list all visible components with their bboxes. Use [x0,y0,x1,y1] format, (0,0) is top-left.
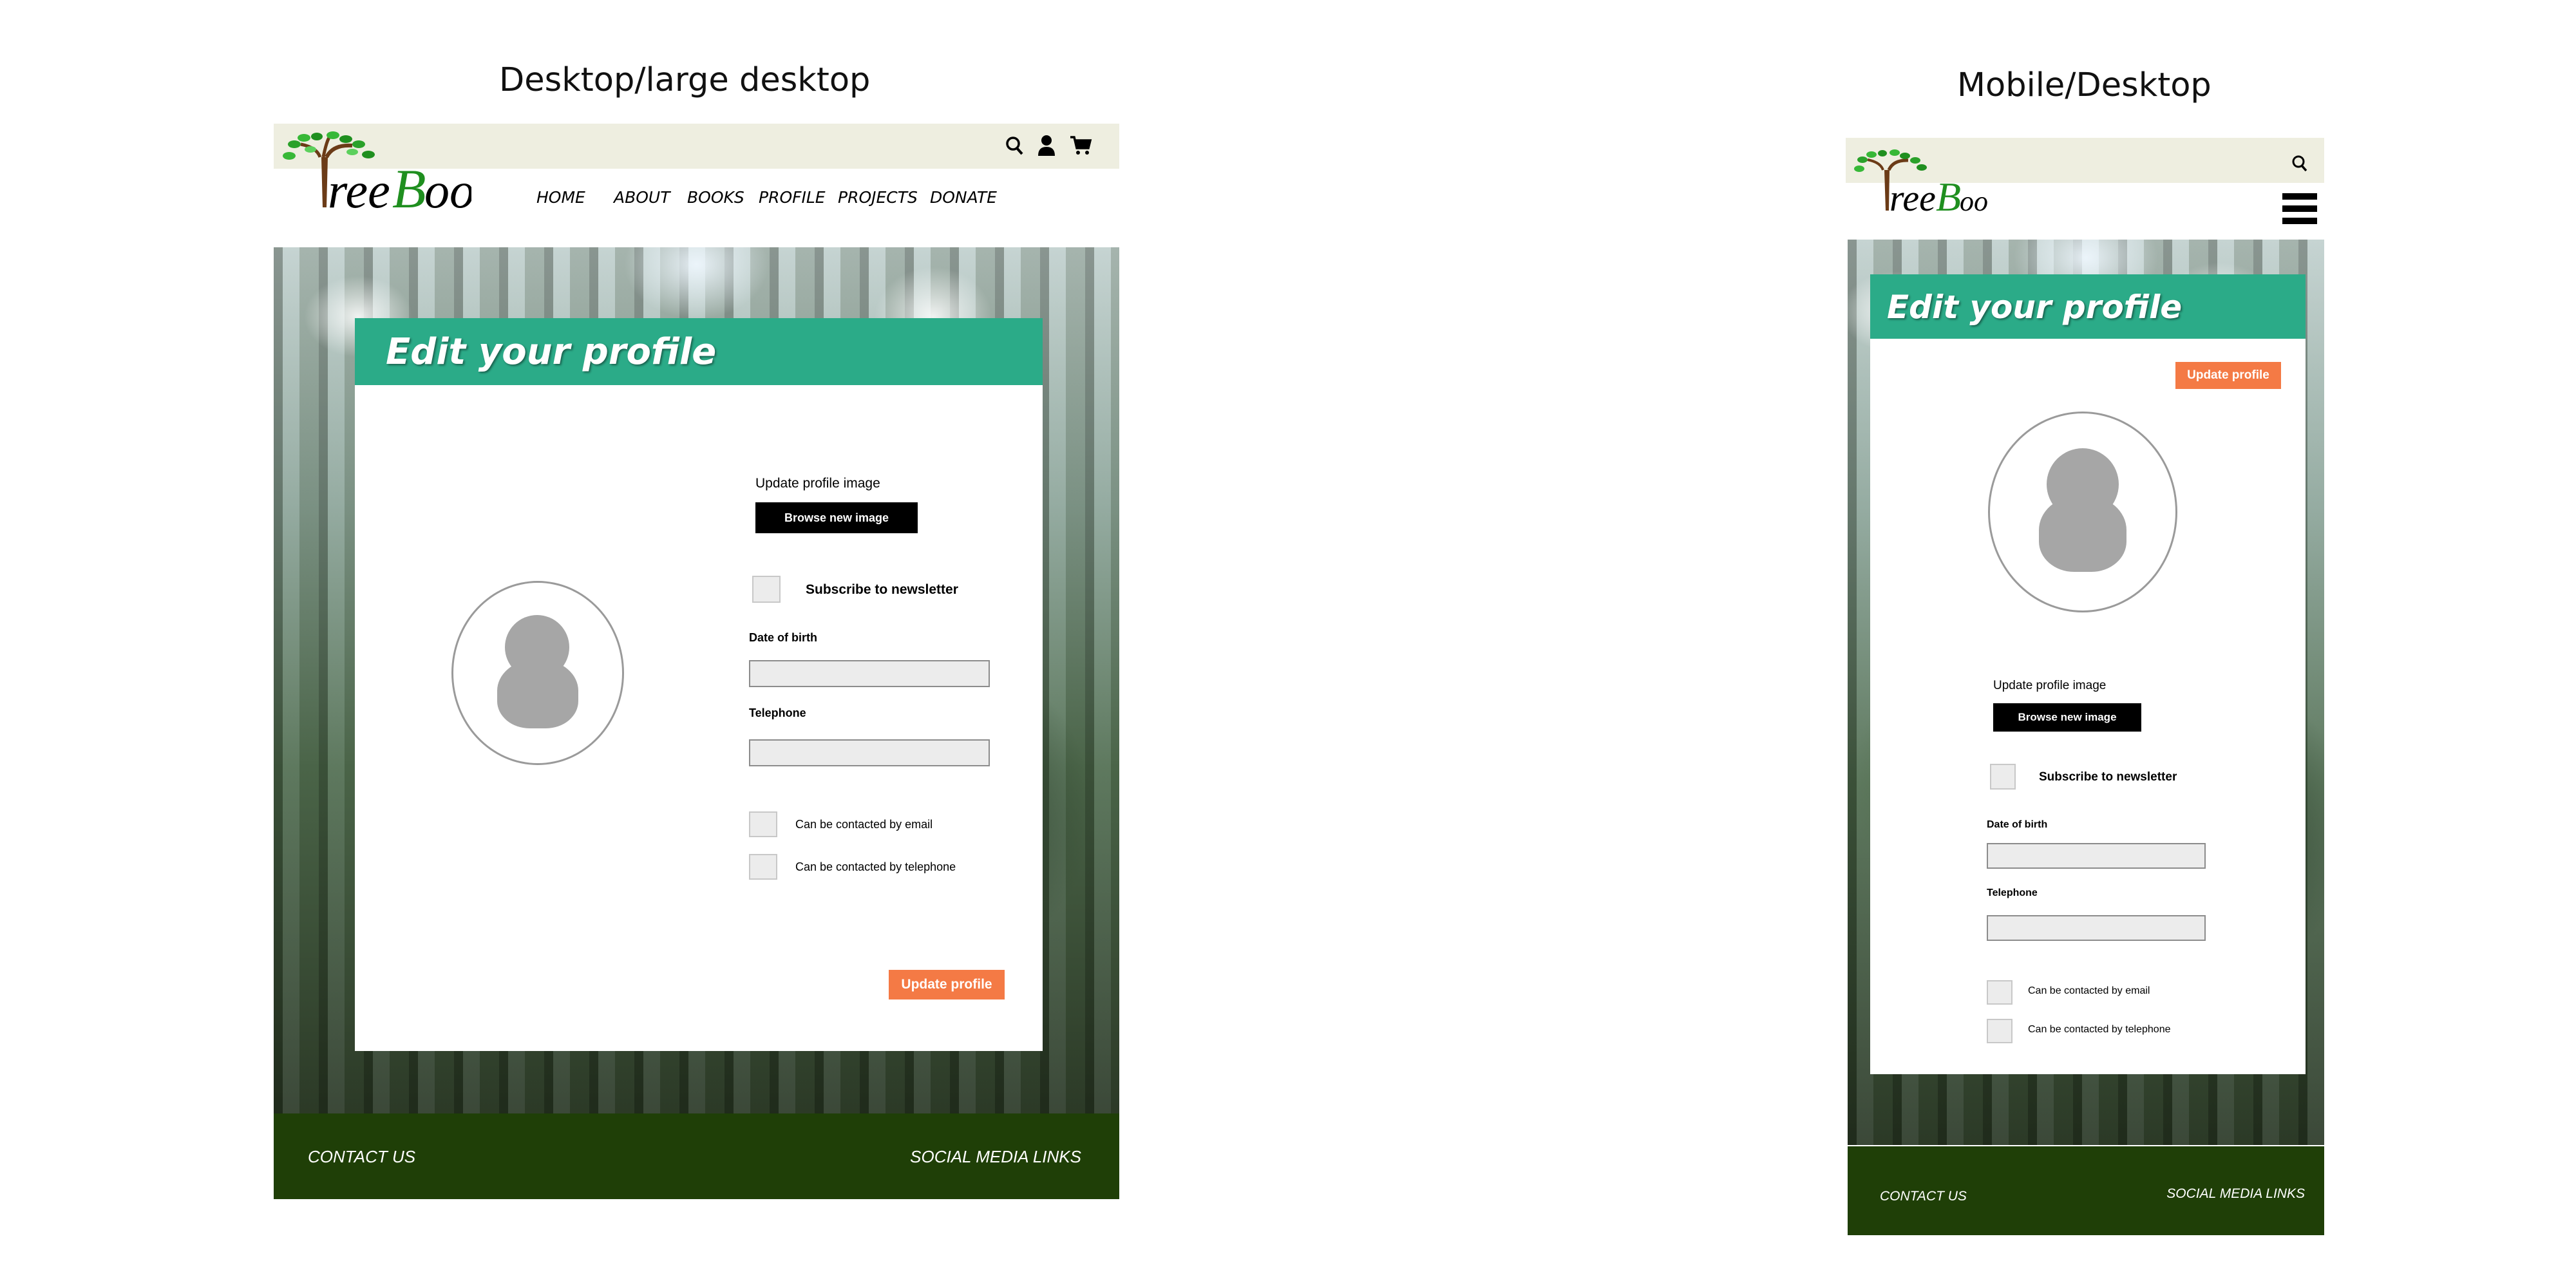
contact-phone-label: Can be contacted by telephone [2028,1024,2171,1035]
desktop-frame: ree B ooks HOME ABOUT BOOKS PROFILE PROJ… [274,124,1119,1199]
contact-email-checkbox[interactable] [1987,980,2012,1005]
contact-email-checkbox[interactable] [749,811,777,837]
card-title: Edit your profile [386,331,717,373]
mobile-frame-title: Mobile/Desktop [1957,66,2211,104]
nav-books[interactable]: BOOKS [687,188,744,207]
browse-image-button[interactable]: Browse new image [755,502,918,533]
svg-text:B: B [1936,174,1961,220]
svg-text:ooks: ooks [424,162,471,218]
subscribe-checkbox[interactable] [1990,764,2016,790]
update-image-label: Update profile image [755,476,880,491]
desktop-frame-title: Desktop/large desktop [499,61,871,99]
avatar-body-shape [497,660,578,728]
nav-profile[interactable]: PROFILE [759,188,826,207]
desktop-footer: CONTACT US SOCIAL MEDIA LINKS [274,1113,1119,1199]
subscribe-label: Subscribe to newsletter [2039,770,2177,784]
profile-avatar [1988,412,2177,612]
nav-donate[interactable]: DONATE [930,188,997,207]
dob-input[interactable] [1987,843,2206,869]
nav-home[interactable]: HOME [536,188,585,207]
card-title: Edit your profile [1887,289,2183,326]
profile-avatar [451,581,624,765]
subscribe-checkbox[interactable] [752,576,781,603]
subscribe-label: Subscribe to newsletter [806,582,958,597]
update-profile-button[interactable]: Update profile [2175,362,2281,389]
dob-input[interactable] [749,660,990,687]
cart-icon[interactable] [1069,134,1092,157]
contact-phone-label: Can be contacted by telephone [795,860,956,873]
mobile-footer: CONTACT US SOCIAL MEDIA LINKS [1848,1146,2324,1235]
dob-label: Date of birth [749,631,817,644]
browse-image-button[interactable]: Browse new image [1993,703,2141,732]
edit-profile-card: Edit your profile Update profile Update … [1870,274,2306,1074]
social-media-links[interactable]: SOCIAL MEDIA LINKS [2166,1186,2305,1202]
edit-profile-card: Edit your profile Update profile image B… [355,318,1043,1051]
search-icon[interactable] [1005,135,1024,156]
update-image-label: Update profile image [1993,679,2107,692]
mobile-frame: ree B ooks Edit your profile Update prof… [1846,138,2324,1235]
telephone-label: Telephone [1987,887,2038,898]
svg-text:ooks: ooks [1960,185,1989,217]
telephone-label: Telephone [749,706,806,719]
hamburger-menu-icon[interactable] [2282,192,2317,225]
treebooks-logo[interactable]: ree B ooks [281,131,471,222]
contact-phone-checkbox[interactable] [749,854,777,880]
user-icon[interactable] [1037,134,1056,157]
nav-about[interactable]: ABOUT [614,188,670,207]
telephone-input[interactable] [749,739,990,766]
avatar-body-shape [2039,496,2126,572]
contact-email-label: Can be contacted by email [2028,985,2150,996]
treebooks-logo[interactable]: ree B ooks [1853,149,1989,222]
contact-us-link[interactable]: CONTACT US [308,1147,415,1167]
contact-phone-checkbox[interactable] [1987,1019,2012,1043]
nav-projects[interactable]: PROJECTS [838,188,918,207]
svg-text:B: B [392,158,426,220]
telephone-input[interactable] [1987,915,2206,941]
contact-email-label: Can be contacted by email [795,818,933,831]
svg-text:ree: ree [1889,177,1936,219]
contact-us-link[interactable]: CONTACT US [1880,1189,1967,1204]
dob-label: Date of birth [1987,819,2048,830]
update-profile-button[interactable]: Update profile [889,970,1005,999]
search-icon[interactable] [2291,154,2308,173]
social-media-links[interactable]: SOCIAL MEDIA LINKS [910,1147,1081,1167]
svg-text:ree: ree [328,162,390,218]
